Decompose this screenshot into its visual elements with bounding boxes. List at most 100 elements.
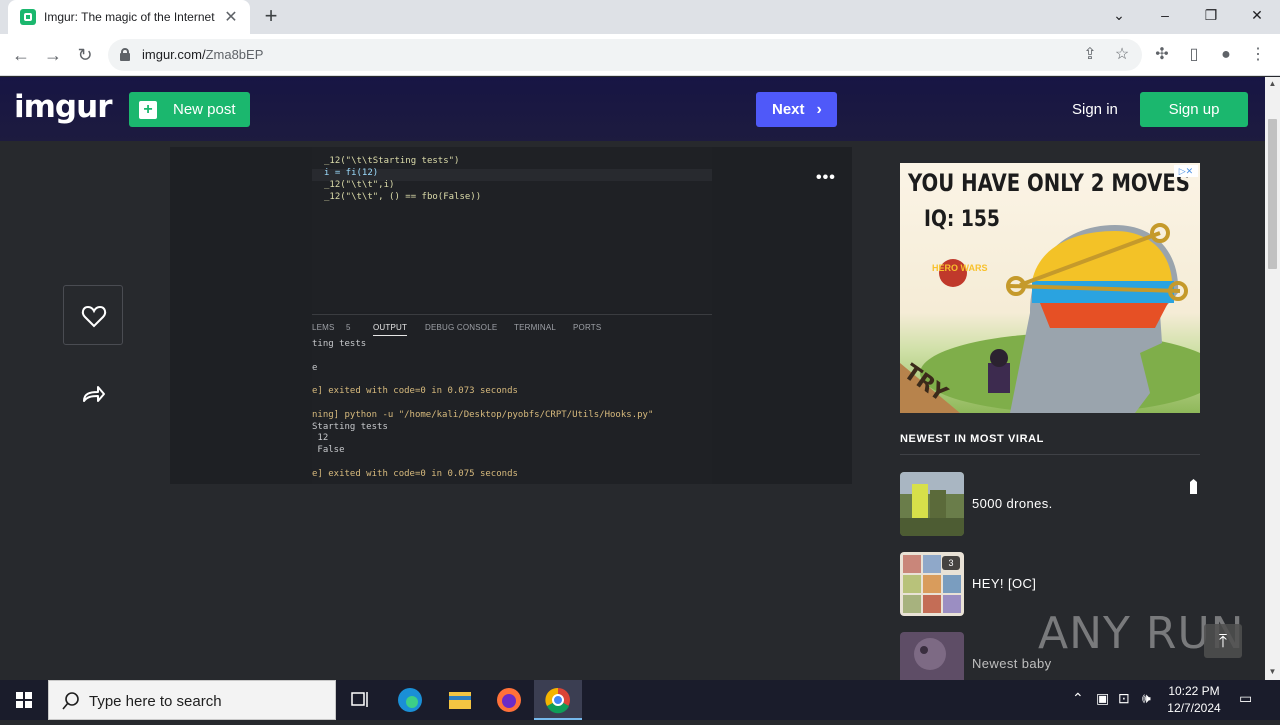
ad-close-icon[interactable]: ▷✕	[1174, 165, 1198, 177]
menu-kebab-icon[interactable]: ⋮	[1245, 42, 1271, 68]
code-line: i = fi(12)	[324, 168, 379, 178]
scrollbar-thumb[interactable]	[1268, 119, 1277, 269]
reload-icon[interactable]: ↻	[72, 42, 98, 68]
back-icon[interactable]: ←	[8, 42, 34, 68]
folder-glyph	[449, 692, 471, 709]
windows-taskbar: Type here to search ⌃ ▣ ⊡ 🕪 10:22 PM 12/…	[0, 680, 1280, 720]
start-button[interactable]	[0, 680, 48, 720]
chevron-right-icon: ›	[816, 100, 822, 118]
edge-glyph	[398, 688, 422, 712]
ad-brand: HERO WARS	[932, 263, 988, 273]
new-post-button[interactable]: + New post	[129, 92, 250, 127]
imgur-favicon-icon	[20, 9, 36, 25]
extensions-icon[interactable]: ✣	[1149, 42, 1175, 68]
share-arrow-icon	[83, 386, 105, 402]
output-panel: LEMS 5 OUTPUT DEBUG CONSOLE TERMINAL POR…	[312, 314, 712, 484]
output-log: ting tests e e] exited with code=0 in 0.…	[312, 339, 653, 481]
file-explorer-icon[interactable]	[436, 680, 484, 720]
output-line: e	[312, 362, 318, 373]
taskbar-clock[interactable]: 10:22 PM 12/7/2024	[1166, 683, 1222, 717]
profile-avatar-icon[interactable]: ●	[1213, 42, 1239, 68]
post-thumbnail	[900, 472, 964, 536]
panel-tab-ports: PORTS	[573, 323, 602, 332]
panel-tab-output: OUTPUT	[373, 323, 408, 336]
post-image[interactable]: _12("\t\tStarting tests") i = fi(12) _12…	[170, 147, 852, 484]
scroll-indicator-shape	[1190, 479, 1197, 494]
plus-icon: +	[139, 100, 157, 119]
back-to-top-button[interactable]: ⤒	[1204, 624, 1242, 658]
output-line: Starting tests	[312, 421, 388, 432]
task-view-icon[interactable]	[336, 680, 384, 720]
post-thumbnail-image	[900, 632, 964, 680]
more-options-icon[interactable]: •••	[816, 169, 836, 187]
next-post-button[interactable]: Next ›	[756, 92, 837, 127]
code-editor-area: _12("\t\tStarting tests") i = fi(12) _12…	[312, 147, 712, 312]
volume-icon[interactable]: 🕪	[1142, 690, 1151, 707]
clock-time: 10:22 PM	[1168, 684, 1220, 698]
code-line: _12("\t\t", () == fbo(False))	[324, 192, 482, 202]
panel-tab-terminal: TERMINAL	[514, 323, 557, 332]
tab-search-icon[interactable]: ⌄	[1096, 0, 1142, 30]
share-page-icon[interactable]: ⇪	[1077, 42, 1103, 68]
panel-tab-problems: LEMS	[312, 323, 335, 332]
post-thumbnail-image	[900, 472, 964, 536]
post-thumbnail: 3	[900, 552, 964, 616]
sign-up-button[interactable]: Sign up	[1140, 92, 1248, 127]
minimize-button[interactable]: –	[1142, 0, 1188, 30]
imgur-header: imgur + New post Next › Sign in Sign up	[0, 77, 1265, 141]
browser-tab[interactable]: Imgur: The magic of the Internet ✕	[8, 0, 250, 34]
output-line: 12	[312, 433, 329, 444]
taskbar-search[interactable]: Type here to search	[48, 680, 336, 720]
advertisement[interactable]: YOU HAVE ONLY 2 MOVES IQ: 155 HERO WARS …	[900, 163, 1200, 413]
tray-chevron-up-icon[interactable]: ⌃	[1072, 690, 1084, 707]
tray-device-icon[interactable]: ▣	[1096, 690, 1109, 707]
output-line: False	[312, 445, 345, 456]
firefox-glyph	[497, 688, 521, 712]
close-window-button[interactable]: ✕	[1234, 0, 1280, 30]
sidebar-post[interactable]: 5000 drones.	[900, 472, 1200, 536]
chrome-glyph	[545, 687, 570, 714]
firefox-icon[interactable]	[485, 680, 533, 720]
ad-illustration	[900, 223, 1200, 413]
scroll-up-arrow-icon[interactable]: ▲	[1268, 79, 1277, 88]
tab-title: Imgur: The magic of the Internet	[44, 10, 215, 24]
section-divider	[900, 454, 1200, 455]
url-text: imgur.com/Zma8bEP	[142, 47, 264, 62]
sidebar-scroll-indicator-icon	[1189, 479, 1198, 494]
imgur-logo[interactable]: imgur	[14, 89, 112, 125]
output-line: ting tests	[312, 339, 367, 349]
new-post-label: New post	[173, 101, 236, 118]
post-title: 5000 drones.	[972, 496, 1053, 511]
page-scrollbar[interactable]: ▲ ▼	[1265, 77, 1280, 680]
chrome-icon[interactable]	[534, 680, 582, 720]
task-view-glyph	[351, 692, 368, 707]
new-tab-button[interactable]: +	[258, 4, 284, 30]
address-bar[interactable]: imgur.com/Zma8bEP	[108, 39, 1142, 71]
notifications-icon[interactable]: ▭	[1239, 690, 1252, 707]
heart-icon	[81, 305, 107, 328]
windows-logo-icon	[16, 692, 32, 708]
restore-button[interactable]: ❐	[1188, 0, 1234, 30]
favorite-button[interactable]	[63, 285, 123, 345]
network-icon[interactable]: ⊡	[1118, 690, 1130, 707]
image-count-badge: 3	[942, 556, 960, 570]
clock-date: 12/7/2024	[1167, 701, 1221, 715]
sidebar-post[interactable]: 3 HEY! [OC]	[900, 552, 1200, 616]
forward-icon[interactable]: →	[40, 42, 66, 68]
browser-toolbar: ← → ↻ imgur.com/Zma8bEP ⇪ ☆ ✣ ▯ ● ⋮	[0, 34, 1280, 76]
search-icon	[62, 692, 79, 710]
output-line: e] exited with code=0 in 0.073 seconds	[312, 386, 518, 397]
newest-section-title: NEWEST IN MOST VIRAL	[900, 433, 1044, 445]
post-page: _12("\t\tStarting tests") i = fi(12) _12…	[0, 141, 1265, 680]
sign-in-link[interactable]: Sign in	[1072, 101, 1118, 118]
edge-icon[interactable]	[386, 680, 434, 720]
side-panel-icon[interactable]: ▯	[1181, 42, 1207, 68]
output-line: ning] python -u "/home/kali/Desktop/pyob…	[312, 409, 654, 420]
lock-icon[interactable]	[120, 48, 130, 61]
share-button[interactable]	[78, 381, 108, 407]
tab-close-icon[interactable]: ✕	[222, 7, 240, 27]
bookmark-star-icon[interactable]: ☆	[1109, 42, 1135, 68]
post-title: HEY! [OC]	[972, 576, 1037, 591]
scroll-down-arrow-icon[interactable]: ▼	[1268, 667, 1277, 676]
code-line: _12("\t\t",i)	[324, 180, 395, 190]
